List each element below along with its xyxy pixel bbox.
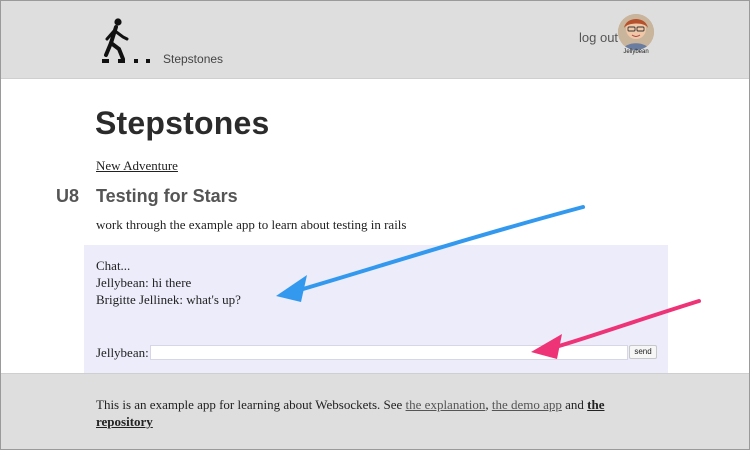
top-bar: Stepstones log out Jellybean — [1, 1, 749, 79]
explanation-link[interactable]: the explanation — [406, 397, 486, 412]
chat-message: Brigitte Jellinek: what's up? — [96, 292, 241, 307]
chat-message-input[interactable] — [150, 345, 628, 360]
new-adventure-link[interactable]: New Adventure — [96, 158, 178, 174]
page-title: Stepstones — [95, 105, 270, 141]
walking-person-logo-icon[interactable] — [97, 15, 157, 67]
chat-input-label: Jellybean: — [96, 345, 149, 360]
demo-app-link[interactable]: the demo app — [492, 397, 562, 412]
avatar-photo-icon — [618, 14, 654, 50]
chat-log: Chat... Jellybean: hi there Brigitte Jel… — [96, 257, 241, 308]
footer: This is an example app for learning abou… — [1, 373, 749, 449]
unit-title: Testing for Stars — [96, 186, 238, 206]
footer-separator: and — [561, 397, 588, 412]
chat-heading: Chat... — [96, 258, 131, 273]
chat-message: Jellybean: hi there — [96, 275, 192, 290]
send-button[interactable]: send — [629, 345, 657, 359]
unit-code: U8 — [56, 186, 80, 206]
chat-panel: Chat... Jellybean: hi there Brigitte Jel… — [84, 245, 668, 373]
avatar-username: Jellybean — [623, 49, 649, 55]
footer-text: This is an example app for learning abou… — [96, 396, 656, 430]
user-avatar[interactable] — [618, 14, 654, 50]
logout-link[interactable]: log out — [579, 30, 618, 45]
unit-description: work through the example app to learn ab… — [96, 217, 407, 232]
brand-name[interactable]: Stepstones — [163, 52, 223, 66]
footer-intro: This is an example app for learning abou… — [96, 397, 406, 412]
